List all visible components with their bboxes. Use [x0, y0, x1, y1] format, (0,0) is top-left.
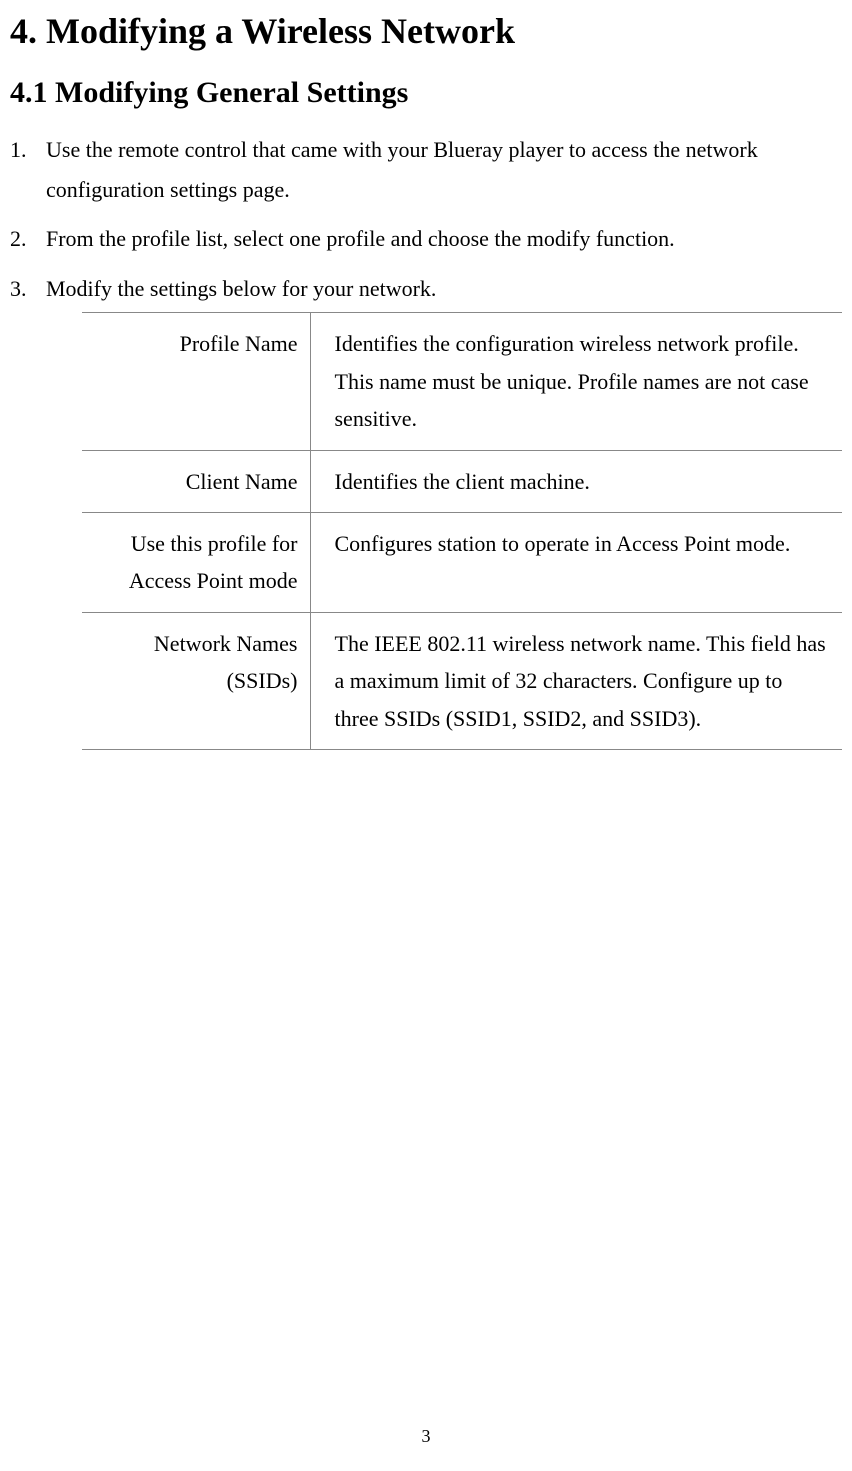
steps-list: Use the remote control that came with yo… [10, 130, 842, 750]
step-text: Modify the settings below for your netwo… [46, 276, 436, 301]
subsection-heading: 4.1 Modifying General Settings [10, 76, 842, 110]
setting-description: Identifies the configuration wireless ne… [310, 313, 842, 450]
setting-label: Profile Name [82, 313, 310, 450]
setting-label: Client Name [82, 450, 310, 512]
table-row: Network Names (SSIDs) The IEEE 802.11 wi… [82, 612, 842, 749]
setting-label: Use this profile for Access Point mode [82, 512, 310, 612]
step-item: Modify the settings below for your netwo… [10, 269, 842, 750]
section-heading: 4. Modifying a Wireless Network [10, 10, 842, 52]
step-item: Use the remote control that came with yo… [10, 130, 842, 209]
step-item: From the profile list, select one profil… [10, 219, 842, 259]
setting-description: Configures station to operate in Access … [310, 512, 842, 612]
setting-label: Network Names (SSIDs) [82, 612, 310, 749]
table-row: Client Name Identifies the client machin… [82, 450, 842, 512]
page-number: 3 [0, 1426, 852, 1447]
setting-description: The IEEE 802.11 wireless network name. T… [310, 612, 842, 749]
setting-description: Identifies the client machine. [310, 450, 842, 512]
table-row: Profile Name Identifies the configuratio… [82, 313, 842, 450]
settings-table: Profile Name Identifies the configuratio… [82, 312, 842, 750]
table-row: Use this profile for Access Point mode C… [82, 512, 842, 612]
